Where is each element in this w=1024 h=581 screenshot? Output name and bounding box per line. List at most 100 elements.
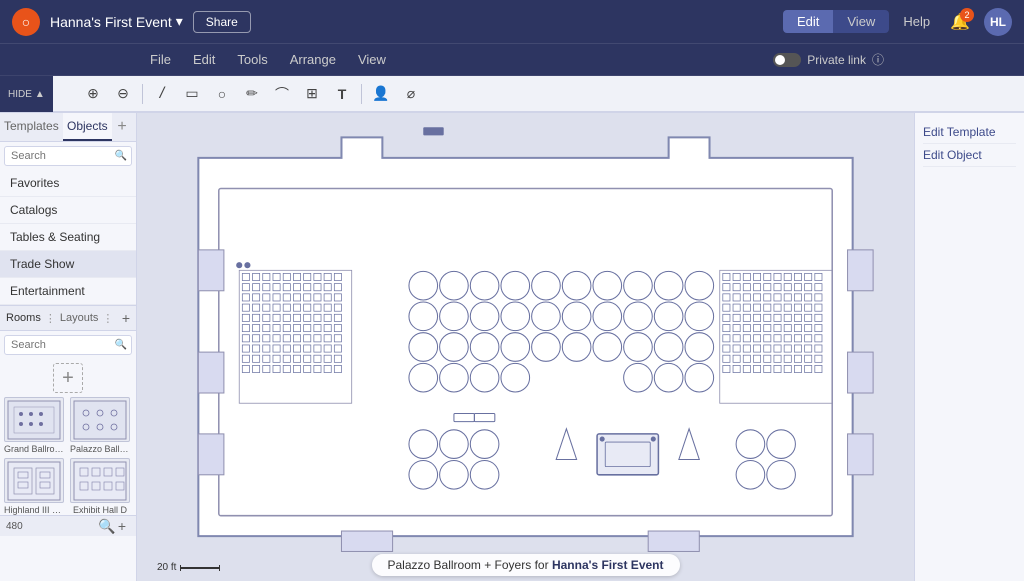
toolbar-container: HIDE ▲ ⊕ ⊖ / ▭ ○ ✏ ⌒ ⊞ T 👤 ⌀ <box>0 76 1024 113</box>
toolbar-separator-1 <box>142 84 143 104</box>
private-link-info-icon[interactable]: ⓘ <box>872 51 884 68</box>
sidebar-item-catalogs[interactable]: Catalogs <box>0 197 136 224</box>
tab-templates[interactable]: Templates <box>0 113 63 141</box>
zoom-in-tool[interactable]: ⊕ <box>80 81 106 107</box>
rooms-add-button[interactable]: + <box>122 310 130 326</box>
room-thumb-label-palazzo: Palazzo Ballro... <box>70 444 130 454</box>
venue-event-name: Hanna's First Event <box>552 558 664 572</box>
room-thumb-label-grand-ballroom: Grand Ballroom... <box>4 444 64 454</box>
for-text: for <box>535 558 549 572</box>
sidebar-item-trade-show[interactable]: Trade Show <box>0 251 136 278</box>
zoom-display: 480 <box>6 521 23 532</box>
left-sidebar: Templates Objects + 🔍 Favorites Catalogs… <box>0 113 137 581</box>
thumb-svg-highland <box>6 460 62 502</box>
scale-label: 20 ft <box>157 562 176 573</box>
room-thumbnails: Grand Ballroom... <box>0 397 136 515</box>
venue-info-bar: Palazzo Ballroom + Foyers for Hanna's Fi… <box>372 554 680 576</box>
room-thumb-img-palazzo <box>70 397 130 442</box>
tab-objects[interactable]: Objects <box>63 113 112 141</box>
toolbar: ⊕ ⊖ / ▭ ○ ✏ ⌒ ⊞ T 👤 ⌀ <box>0 76 1024 112</box>
venue-name: Palazzo Ballroom + Foyers <box>388 558 532 572</box>
main-layout: Templates Objects + 🔍 Favorites Catalogs… <box>0 113 1024 581</box>
layouts-label[interactable]: Layouts <box>60 312 99 324</box>
panel-add-button[interactable]: + <box>114 518 130 534</box>
rooms-panel: Rooms ⋮ Layouts ⋮ + 🔍 + <box>0 305 136 581</box>
event-title-text: Hanna's First Event <box>50 14 172 30</box>
menu-right: Private link ⓘ <box>773 51 884 68</box>
rooms-add-large-button[interactable]: + <box>53 363 83 393</box>
edit-template-button[interactable]: Edit Template <box>923 121 1016 144</box>
objects-search-input[interactable] <box>4 146 132 166</box>
line-tool[interactable]: / <box>149 81 175 107</box>
rooms-header: Rooms ⋮ Layouts ⋮ + <box>0 306 136 331</box>
sidebar-item-tables-seating[interactable]: Tables & Seating <box>0 224 136 251</box>
menu-tools[interactable]: Tools <box>227 48 277 71</box>
private-link-toggle[interactable] <box>773 53 801 67</box>
sidebar-tabs: Templates Objects + <box>0 113 136 142</box>
zoom-search-button[interactable]: 🔍 <box>98 518 114 534</box>
room-thumb-highland[interactable]: Highland III & IV <box>4 458 66 515</box>
avatar[interactable]: HL <box>984 8 1012 36</box>
menu-bar: File Edit Tools Arrange View Private lin… <box>0 44 1024 76</box>
objects-search: 🔍 <box>4 146 132 166</box>
text-tool[interactable]: T <box>329 81 355 107</box>
edit-toggle-button[interactable]: Edit <box>783 10 833 33</box>
toolbar-separator-2 <box>361 84 362 104</box>
user-tool[interactable]: 👤 <box>368 81 394 107</box>
navbar-right: Edit View Help 🔔 2 HL <box>783 8 1012 36</box>
bottom-panel-controls: 480 🔍 + <box>0 515 136 536</box>
rooms-separator-icon2: ⋮ <box>102 312 113 325</box>
zoom-out-tool[interactable]: ⊖ <box>110 81 136 107</box>
app-logo: ○ <box>12 8 40 36</box>
share-button[interactable]: Share <box>193 11 251 33</box>
rooms-label: Rooms <box>6 312 41 324</box>
room-thumb-palazzo[interactable]: Palazzo Ballro... <box>70 397 132 454</box>
thumb-svg-grand-ballroom <box>6 399 62 441</box>
mask-tool[interactable]: ⌀ <box>398 81 424 107</box>
image-tool[interactable]: ⊞ <box>299 81 325 107</box>
toggle-knob <box>775 55 785 65</box>
menu-view[interactable]: View <box>348 48 396 71</box>
edit-view-toggle: Edit View <box>783 10 889 33</box>
venue-outline <box>198 137 873 551</box>
room-thumb-img-exhibit-hall <box>70 458 130 503</box>
sidebar-item-entertainment[interactable]: Entertainment <box>0 278 136 305</box>
hide-label: HIDE <box>8 89 32 100</box>
objects-search-icon: 🔍 <box>115 151 127 162</box>
sidebar-item-favorites[interactable]: Favorites <box>0 170 136 197</box>
rect-tool[interactable]: ▭ <box>179 81 205 107</box>
event-title[interactable]: Hanna's First Event ▾ <box>50 13 183 30</box>
scale-bar: 20 ft <box>157 562 220 573</box>
thumb-svg-exhibit-hall <box>72 460 128 502</box>
floor-plan-svg <box>137 113 914 581</box>
bezier-tool[interactable]: ⌒ <box>269 81 295 107</box>
scale-line <box>180 567 220 569</box>
room-thumb-exhibit-hall[interactable]: Exhibit Hall D <box>70 458 132 515</box>
top-navbar: ○ Hanna's First Event ▾ Share Edit View … <box>0 0 1024 44</box>
menu-edit[interactable]: Edit <box>183 48 225 71</box>
notifications-button[interactable]: 🔔 2 <box>944 10 976 34</box>
room-thumb-label-exhibit-hall: Exhibit Hall D <box>70 505 130 515</box>
event-dropdown-icon[interactable]: ▾ <box>176 13 183 30</box>
view-toggle-button[interactable]: View <box>833 10 889 33</box>
hide-arrow-icon: ▲ <box>35 89 45 100</box>
room-thumb-label-highland: Highland III & IV <box>4 505 64 515</box>
room-thumb-grand-ballroom[interactable]: Grand Ballroom... <box>4 397 66 454</box>
menu-arrange[interactable]: Arrange <box>280 48 346 71</box>
pen-tool[interactable]: ✏ <box>239 81 265 107</box>
room-thumb-img-grand-ballroom <box>4 397 64 442</box>
menu-file[interactable]: File <box>140 48 181 71</box>
private-link-label: Private link <box>807 53 866 67</box>
rooms-search: 🔍 <box>4 335 132 355</box>
rooms-search-icon: 🔍 <box>115 340 127 351</box>
notification-badge: 2 <box>960 8 974 22</box>
thumb-svg-palazzo <box>72 399 128 441</box>
rooms-separator-icon: ⋮ <box>45 312 56 325</box>
help-button[interactable]: Help <box>897 12 936 31</box>
hide-panel-button[interactable]: HIDE ▲ <box>0 76 53 112</box>
sidebar-add-button[interactable]: + <box>112 117 132 137</box>
edit-object-button[interactable]: Edit Object <box>923 144 1016 167</box>
rooms-search-input[interactable] <box>4 335 132 355</box>
canvas-area[interactable]: 20 ft Palazzo Ballroom + Foyers for Hann… <box>137 113 914 581</box>
circle-tool[interactable]: ○ <box>209 81 235 107</box>
